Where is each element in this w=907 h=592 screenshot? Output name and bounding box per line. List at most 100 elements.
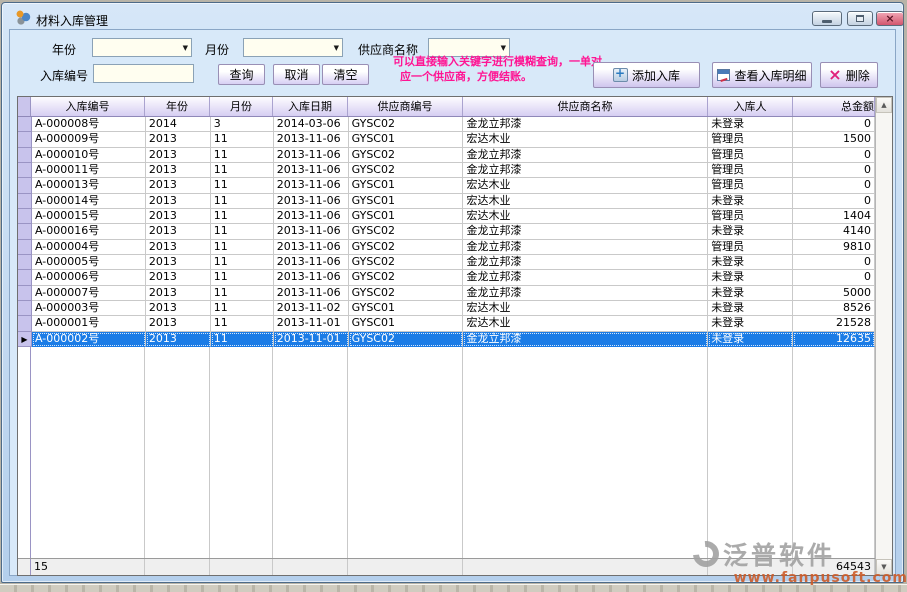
row-selector[interactable] [18, 209, 32, 224]
row-selector[interactable] [18, 194, 32, 209]
footer-cell [348, 559, 463, 575]
table-row[interactable]: A-000016号2013112013-11-06GYSC02金龙立邦漆未登录4… [18, 224, 875, 239]
row-selector[interactable] [18, 148, 32, 163]
view-detail-label: 查看入库明细 [734, 67, 806, 84]
column-header[interactable]: 供应商名称 [463, 97, 708, 116]
footer-cell [273, 559, 348, 575]
minimize-button[interactable] [812, 11, 842, 26]
cell: 未登录 [708, 194, 793, 209]
cell: 2013-11-06 [274, 240, 349, 255]
scroll-up-icon[interactable]: ▲ [876, 97, 892, 113]
cell: 0 [793, 148, 875, 163]
vertical-scrollbar[interactable]: ▲ ▼ [875, 97, 892, 575]
table-header: 入库编号年份月份入库日期供应商编号供应商名称入库人总金额 [18, 97, 875, 117]
column-header[interactable]: 入库日期 [273, 97, 348, 116]
cell: A-000007号 [32, 286, 146, 301]
row-selector[interactable] [18, 301, 32, 316]
column-header[interactable]: 月份 [210, 97, 273, 116]
table-row[interactable]: A-000009号2013112013-11-06GYSC01宏达木业管理员15… [18, 132, 875, 147]
cell: 0 [793, 163, 875, 178]
cell: A-000015号 [32, 209, 146, 224]
maximize-icon [856, 15, 864, 22]
table-row[interactable]: A-000008号201432014-03-06GYSC02金龙立邦漆未登录0 [18, 117, 875, 132]
cell: GYSC02 [349, 148, 464, 163]
column-header[interactable]: 总金额 [793, 97, 875, 116]
column-header[interactable]: 供应商编号 [348, 97, 463, 116]
clear-button[interactable]: 清空 [322, 64, 369, 85]
row-selector[interactable] [18, 316, 32, 331]
row-selector[interactable]: ▶ [18, 332, 32, 347]
row-selector[interactable] [18, 255, 32, 270]
cell: 金龙立邦漆 [463, 148, 708, 163]
column-header[interactable]: 入库人 [708, 97, 793, 116]
column-header[interactable]: 入库编号 [31, 97, 145, 116]
table-row[interactable]: A-000015号2013112013-11-06GYSC01宏达木业管理员14… [18, 209, 875, 224]
cell: 未登录 [708, 255, 793, 270]
delete-button[interactable]: × 删除 [820, 62, 878, 88]
cell: GYSC02 [349, 163, 464, 178]
entries-grid: 入库编号年份月份入库日期供应商编号供应商名称入库人总金额 A-000008号20… [17, 96, 893, 576]
row-selector[interactable] [18, 240, 32, 255]
month-combobox[interactable]: ▼ [243, 38, 343, 57]
table-row[interactable]: ▶A-000002号2013112013-11-01GYSC02金龙立邦漆未登录… [18, 332, 875, 347]
view-detail-button[interactable]: 查看入库明细 [712, 62, 812, 88]
cell: A-000014号 [32, 194, 146, 209]
table-row[interactable]: A-000013号2013112013-11-06GYSC01宏达木业管理员0 [18, 178, 875, 193]
year-combobox[interactable]: ▼ [92, 38, 192, 57]
scroll-track[interactable] [876, 113, 892, 559]
cell: GYSC01 [349, 178, 464, 193]
cell: 11 [211, 301, 274, 316]
cell: A-000008号 [32, 117, 146, 132]
cell: 2013 [146, 148, 211, 163]
cell: A-000001号 [32, 316, 146, 331]
entry-no-input[interactable] [93, 64, 194, 83]
scroll-down-icon[interactable]: ▼ [876, 559, 892, 575]
table-row[interactable]: A-000011号2013112013-11-06GYSC02金龙立邦漆管理员0 [18, 163, 875, 178]
table-row[interactable]: A-000005号2013112013-11-06GYSC02金龙立邦漆未登录0 [18, 255, 875, 270]
row-selector[interactable] [18, 178, 32, 193]
row-selector[interactable] [18, 132, 32, 147]
cell: GYSC02 [349, 117, 464, 132]
empty-cell [348, 347, 463, 558]
row-selector[interactable] [18, 270, 32, 285]
cell: GYSC01 [349, 301, 464, 316]
cell: 11 [211, 255, 274, 270]
table-row[interactable]: A-000004号2013112013-11-06GYSC02金龙立邦漆管理员9… [18, 240, 875, 255]
row-selector[interactable] [18, 286, 32, 301]
cell: 8526 [793, 301, 875, 316]
chevron-down-icon[interactable]: ▼ [501, 44, 506, 52]
cell: GYSC01 [349, 316, 464, 331]
cell: 金龙立邦漆 [463, 255, 708, 270]
cell: 0 [793, 255, 875, 270]
row-selector[interactable] [18, 117, 32, 132]
table-row[interactable]: A-000001号2013112013-11-01GYSC01宏达木业未登录21… [18, 316, 875, 331]
cell: 未登录 [708, 224, 793, 239]
cell: 2013-11-01 [274, 316, 349, 331]
cancel-button[interactable]: 取消 [273, 64, 320, 85]
cell: 2013-11-06 [274, 286, 349, 301]
row-selector[interactable] [18, 224, 32, 239]
add-entry-button[interactable]: 添加入库 [593, 62, 700, 88]
cell: 2013 [146, 316, 211, 331]
cell: 2013-11-06 [274, 178, 349, 193]
chevron-down-icon[interactable]: ▼ [334, 44, 339, 52]
table-row[interactable]: A-000010号2013112013-11-06GYSC02金龙立邦漆管理员0 [18, 148, 875, 163]
column-header[interactable]: 年份 [145, 97, 210, 116]
cell: GYSC02 [349, 332, 464, 347]
cell: 0 [793, 178, 875, 193]
maximize-button[interactable] [847, 11, 873, 26]
cell: 9810 [793, 240, 875, 255]
table-row[interactable]: A-000007号2013112013-11-06GYSC02金龙立邦漆未登录5… [18, 286, 875, 301]
chevron-down-icon[interactable]: ▼ [183, 44, 188, 52]
screen: 材料入库管理 × 年份 ▼ 月份 ▼ 供应商名称 ▼ [0, 0, 907, 592]
table-row[interactable]: A-000003号2013112013-11-02GYSC01宏达木业未登录85… [18, 301, 875, 316]
cell: 2013 [146, 270, 211, 285]
cell: 2013 [146, 178, 211, 193]
close-button[interactable]: × [876, 11, 904, 26]
select-all-cell[interactable] [18, 97, 31, 116]
row-selector[interactable] [18, 163, 32, 178]
table-row[interactable]: A-000006号2013112013-11-06GYSC02金龙立邦漆未登录0 [18, 270, 875, 285]
cell: A-000009号 [32, 132, 146, 147]
table-row[interactable]: A-000014号2013112013-11-06GYSC01宏达木业未登录0 [18, 194, 875, 209]
query-button[interactable]: 查询 [218, 64, 265, 85]
